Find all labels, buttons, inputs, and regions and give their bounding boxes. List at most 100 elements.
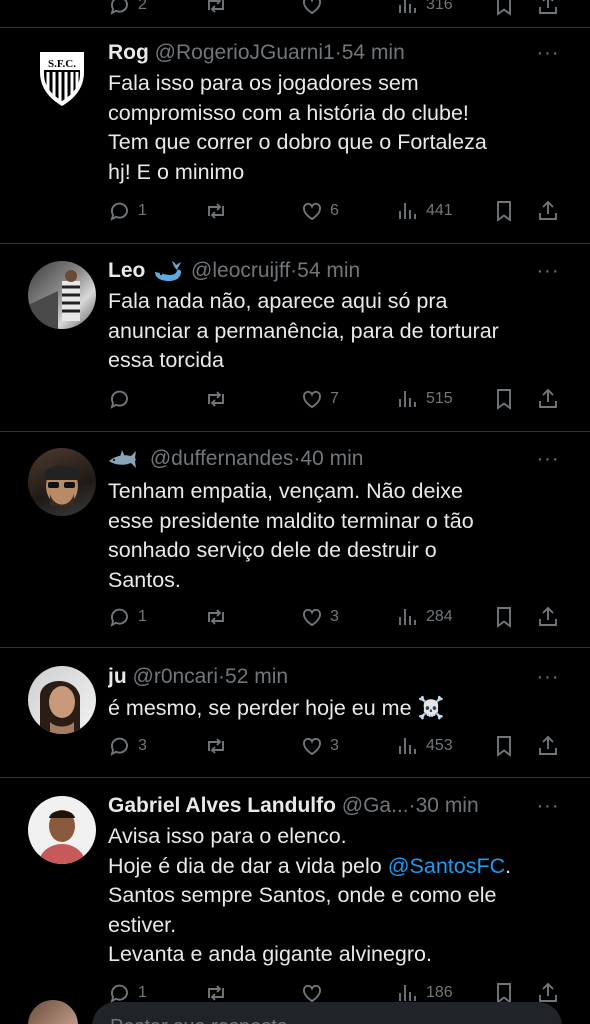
tweet-text: Avisa isso para o elenco. Hoje é dia de … bbox=[108, 822, 566, 970]
views-count: 453 bbox=[426, 737, 453, 754]
bookmark-button[interactable] bbox=[492, 731, 516, 761]
views-button[interactable]: 453 bbox=[396, 731, 453, 761]
bookmark-icon bbox=[497, 607, 511, 628]
tweet[interactable]: Gabriel Alves Landulfo @Ga...·30 min ···… bbox=[0, 778, 590, 1004]
more-icon[interactable]: ··· bbox=[536, 43, 560, 68]
avatar[interactable] bbox=[28, 666, 96, 734]
reply-icon bbox=[110, 0, 128, 15]
reply-icon bbox=[110, 390, 128, 409]
avatar-photo bbox=[40, 680, 80, 734]
reply-count: 1 bbox=[138, 608, 147, 625]
views-button[interactable]: 515 bbox=[396, 384, 453, 414]
repost-icon bbox=[208, 0, 224, 13]
reply-button[interactable]: 1 bbox=[108, 196, 147, 226]
tweet-text: Fala isso para os jogadores sem compromi… bbox=[108, 71, 487, 184]
separator-dot: · bbox=[218, 665, 226, 688]
more-icon[interactable]: ··· bbox=[536, 261, 560, 286]
timestamp[interactable]: 52 min bbox=[225, 665, 288, 688]
display-name[interactable]: Leo bbox=[108, 259, 145, 282]
like-count: 7 bbox=[330, 390, 339, 407]
more-icon[interactable]: ··· bbox=[536, 449, 560, 474]
display-name[interactable]: ju bbox=[108, 665, 127, 688]
views-button[interactable]: 284 bbox=[396, 602, 453, 632]
more-icon[interactable]: ··· bbox=[536, 667, 560, 692]
bookmark-button[interactable] bbox=[492, 0, 516, 20]
like-button[interactable]: 3 bbox=[300, 602, 339, 632]
like-icon bbox=[303, 608, 321, 627]
avatar[interactable] bbox=[28, 1000, 78, 1024]
views-icon bbox=[399, 738, 416, 754]
reply-button[interactable] bbox=[108, 384, 138, 414]
repost-icon bbox=[208, 609, 224, 625]
repost-button[interactable] bbox=[204, 602, 234, 632]
tweet[interactable]: S.F.C. Rog @RogerioJGuarni1·54 min ··· F… bbox=[0, 28, 590, 244]
tweet-text: é mesmo, se perder hoje eu me ☠️ bbox=[108, 696, 445, 720]
like-button[interactable]: 6 bbox=[300, 196, 339, 226]
bookmark-button[interactable] bbox=[492, 602, 516, 632]
views-count: 316 bbox=[426, 0, 453, 13]
like-icon bbox=[303, 0, 321, 15]
avatar-photo bbox=[28, 270, 80, 329]
bookmark-button[interactable] bbox=[492, 384, 516, 414]
reply-count: 2 bbox=[138, 0, 147, 13]
like-button[interactable]: 7 bbox=[300, 384, 339, 414]
user-handle[interactable]: @RogerioJGuarni1 bbox=[155, 41, 335, 64]
share-button[interactable] bbox=[536, 0, 560, 20]
reply-feed: 2 316 S.F.C. Rog @RogerioJGuarni1·54 min… bbox=[0, 0, 590, 1024]
like-button[interactable]: 3 bbox=[300, 731, 339, 761]
share-icon bbox=[539, 0, 557, 14]
santos-crest-logo: S.F.C. bbox=[40, 52, 84, 106]
timestamp[interactable]: 54 min bbox=[297, 259, 360, 282]
like-count: 6 bbox=[330, 202, 339, 219]
reply-icon bbox=[110, 737, 128, 756]
timestamp[interactable]: 40 min bbox=[300, 447, 363, 470]
tweet[interactable]: Leo @leocruijff·54 min ··· Fala nada não… bbox=[0, 244, 590, 432]
share-button[interactable] bbox=[536, 731, 560, 761]
avatar-photo bbox=[44, 465, 80, 506]
views-button[interactable]: 441 bbox=[396, 196, 453, 226]
bookmark-button[interactable] bbox=[492, 196, 516, 226]
user-handle[interactable]: @r0ncari bbox=[133, 665, 219, 688]
reply-input[interactable]: Postar sua resposta bbox=[92, 1002, 562, 1024]
user-handle[interactable]: @Ga... bbox=[342, 794, 409, 817]
avatar[interactable]: S.F.C. bbox=[28, 42, 96, 110]
action-bar: 1 3 284 bbox=[108, 602, 560, 632]
bookmark-icon bbox=[497, 389, 511, 410]
tweet-header: Rog @RogerioJGuarni1·54 min bbox=[108, 38, 540, 68]
repost-icon bbox=[208, 391, 224, 407]
more-icon[interactable]: ··· bbox=[536, 796, 560, 821]
bookmark-icon bbox=[497, 736, 511, 757]
display-name[interactable]: Gabriel Alves Landulfo bbox=[108, 794, 336, 817]
mention-link[interactable]: @SantosFC bbox=[388, 854, 505, 878]
views-button[interactable]: 316 bbox=[396, 0, 453, 20]
user-handle[interactable]: @leocruijff bbox=[191, 259, 290, 282]
timestamp[interactable]: 30 min bbox=[416, 794, 479, 817]
display-name[interactable]: Rog bbox=[108, 41, 149, 64]
tweet-text-part: Avisa isso para o elenco. Hoje é dia de … bbox=[108, 824, 382, 878]
reply-button[interactable]: 2 bbox=[108, 0, 147, 20]
repost-button[interactable] bbox=[204, 731, 234, 761]
repost-button[interactable] bbox=[204, 196, 234, 226]
share-button[interactable] bbox=[536, 384, 560, 414]
timestamp[interactable]: 54 min bbox=[342, 41, 405, 64]
tweet[interactable]: @duffernandes·40 min ··· Tenham empatia,… bbox=[0, 432, 590, 648]
reply-button[interactable]: 1 bbox=[108, 602, 147, 632]
user-handle[interactable]: @duffernandes bbox=[150, 447, 294, 470]
repost-button[interactable] bbox=[204, 384, 234, 414]
previous-tweet-actions: 2 316 bbox=[0, 0, 590, 28]
share-button[interactable] bbox=[536, 196, 560, 226]
bookmark-icon bbox=[497, 201, 511, 222]
tweet[interactable]: ju @r0ncari·52 min ··· é mesmo, se perde… bbox=[0, 648, 590, 778]
repost-button[interactable] bbox=[204, 0, 228, 20]
share-button[interactable] bbox=[536, 602, 560, 632]
action-bar: 3 3 453 bbox=[108, 731, 560, 761]
tweet-header: ju @r0ncari·52 min bbox=[108, 662, 540, 692]
avatar[interactable] bbox=[28, 261, 96, 329]
views-count: 515 bbox=[426, 390, 453, 407]
reply-button[interactable]: 3 bbox=[108, 731, 147, 761]
avatar[interactable] bbox=[28, 796, 96, 864]
share-icon bbox=[539, 606, 557, 626]
reply-count: 3 bbox=[138, 737, 147, 754]
avatar[interactable] bbox=[28, 448, 96, 516]
like-button[interactable] bbox=[300, 0, 324, 20]
